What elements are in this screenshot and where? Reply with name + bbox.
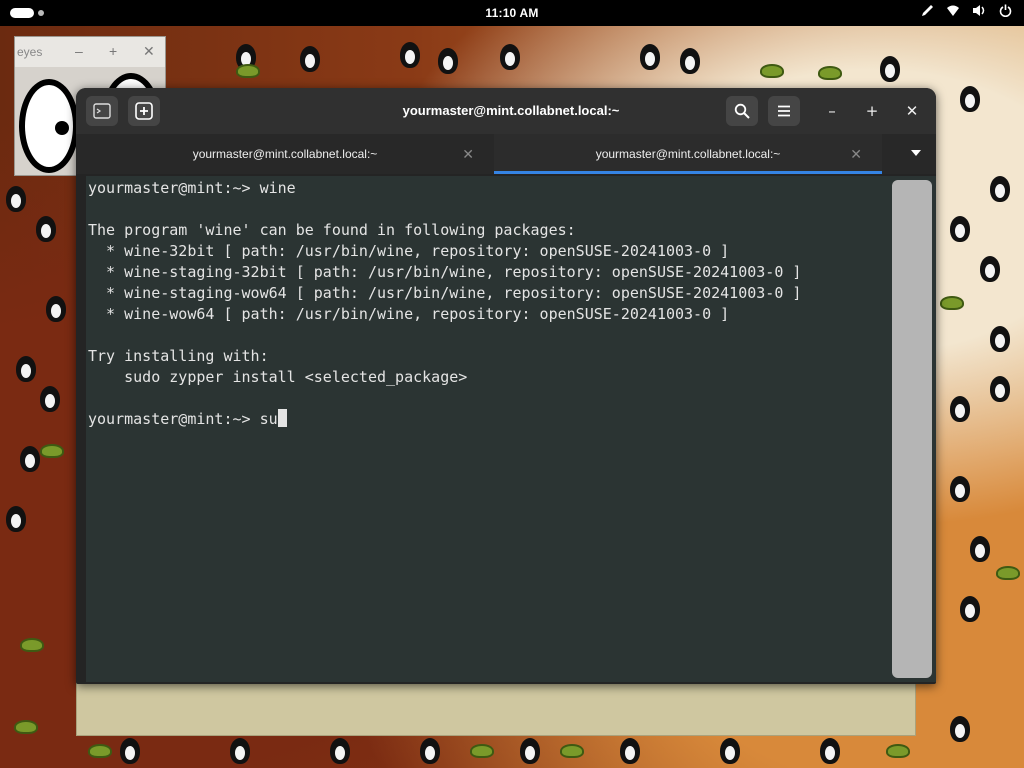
terminal-line: * wine-wow64 [ path: /usr/bin/wine, repo…	[88, 305, 730, 323]
tab-close-icon[interactable]: ✕	[462, 146, 474, 163]
turtle-sprite	[40, 444, 64, 458]
turtle-sprite	[470, 744, 494, 758]
new-tab-button[interactable]	[128, 96, 160, 126]
scrollbar-thumb[interactable]	[892, 180, 932, 678]
tab-label: yourmaster@mint.collabnet.local:~	[192, 147, 378, 161]
terminal-icon[interactable]	[86, 96, 118, 126]
chevron-down-icon[interactable]	[910, 146, 922, 160]
penguin-sprite	[950, 396, 970, 422]
penguin-sprite	[400, 42, 420, 68]
penguin-sprite	[950, 716, 970, 742]
penguin-sprite	[960, 86, 980, 112]
tab-1[interactable]: yourmaster@mint.collabnet.local:~ ✕	[76, 134, 494, 174]
penguin-sprite	[950, 476, 970, 502]
penguin-sprite	[640, 44, 660, 70]
tab-bar: yourmaster@mint.collabnet.local:~ ✕ your…	[76, 134, 936, 174]
turtle-sprite	[940, 296, 964, 310]
terminal-prompt-line[interactable]: yourmaster@mint:~> su	[88, 409, 801, 430]
maximize-icon[interactable]: +	[856, 96, 888, 126]
turtle-sprite	[818, 66, 842, 80]
turtle-sprite	[560, 744, 584, 758]
penguin-sprite	[20, 446, 40, 472]
system-tray[interactable]	[920, 4, 1012, 20]
penguin-sprite	[120, 738, 140, 764]
terminal-line: yourmaster@mint:~> wine	[88, 179, 296, 197]
tab-label: yourmaster@mint.collabnet.local:~	[595, 147, 781, 161]
tab-close-icon[interactable]: ✕	[850, 146, 862, 163]
penguin-sprite	[960, 596, 980, 622]
penguin-sprite	[820, 738, 840, 764]
minimize-icon[interactable]: –	[816, 96, 848, 126]
network-icon[interactable]	[946, 4, 960, 20]
penguin-sprite	[720, 738, 740, 764]
background-window	[76, 680, 916, 736]
terminal-text: yourmaster@mint:~> wine The program 'win…	[88, 178, 801, 430]
penguin-sprite	[980, 256, 1000, 282]
penguin-sprite	[620, 738, 640, 764]
penguin-sprite	[6, 506, 26, 532]
text-cursor	[277, 409, 287, 427]
close-icon[interactable]: ✕	[896, 96, 928, 126]
turtle-sprite	[88, 744, 112, 758]
terminal-line: sudo zypper install <selected_package>	[88, 368, 468, 386]
terminal-line: * wine-32bit [ path: /usr/bin/wine, repo…	[88, 242, 730, 260]
terminal-line: Try installing with:	[88, 347, 269, 365]
top-bar: 11:10 AM	[0, 0, 1024, 26]
penguin-sprite	[330, 738, 350, 764]
penguin-sprite	[420, 738, 440, 764]
terminal-line: * wine-staging-wow64 [ path: /usr/bin/wi…	[88, 284, 802, 302]
penguin-sprite	[880, 56, 900, 82]
tab-2[interactable]: yourmaster@mint.collabnet.local:~ ✕	[494, 134, 882, 174]
penguin-sprite	[16, 356, 36, 382]
penguin-sprite	[970, 536, 990, 562]
penguin-sprite	[46, 296, 66, 322]
power-icon[interactable]	[998, 4, 1012, 20]
penguin-sprite	[40, 386, 60, 412]
penguin-sprite	[300, 46, 320, 72]
penguin-sprite	[990, 326, 1010, 352]
penguin-sprite	[500, 44, 520, 70]
turtle-sprite	[20, 638, 44, 652]
window-title: yourmaster@mint.collabnet.local:~	[402, 103, 620, 118]
minimize-icon[interactable]: –	[75, 43, 83, 59]
close-icon[interactable]: ✕	[143, 43, 155, 60]
turtle-sprite	[236, 64, 260, 78]
penguin-sprite	[230, 738, 250, 764]
penguin-sprite	[950, 216, 970, 242]
turtle-sprite	[996, 566, 1020, 580]
terminal-window[interactable]: yourmaster@mint.collabnet.local:~ – + ✕ …	[76, 88, 936, 684]
turtle-sprite	[760, 64, 784, 78]
xeyes-titlebar[interactable]: eyes – + ✕	[15, 37, 165, 67]
left-eye	[19, 79, 79, 173]
penguin-sprite	[520, 738, 540, 764]
scrollbar[interactable]	[892, 176, 936, 682]
volume-icon[interactable]	[972, 4, 986, 20]
xeyes-title: eyes	[17, 45, 43, 59]
penguin-sprite	[36, 216, 56, 242]
penguin-sprite	[990, 376, 1010, 402]
terminal-output[interactable]: yourmaster@mint:~> wine The program 'win…	[86, 176, 892, 682]
turtle-sprite	[886, 744, 910, 758]
prompt: yourmaster@mint:~>	[88, 410, 260, 428]
penguin-sprite	[438, 48, 458, 74]
pupil	[55, 121, 69, 135]
pen-icon[interactable]	[920, 4, 934, 20]
turtle-sprite	[14, 720, 38, 734]
clock[interactable]: 11:10 AM	[0, 6, 1024, 20]
search-icon[interactable]	[726, 96, 758, 126]
terminal-headerbar[interactable]: yourmaster@mint.collabnet.local:~ – + ✕	[76, 88, 936, 134]
penguin-sprite	[680, 48, 700, 74]
penguin-sprite	[990, 176, 1010, 202]
terminal-line: * wine-staging-32bit [ path: /usr/bin/wi…	[88, 263, 802, 281]
command-input[interactable]: su	[260, 410, 278, 428]
hamburger-menu-icon[interactable]	[768, 96, 800, 126]
terminal-line: The program 'wine' can be found in follo…	[88, 221, 576, 239]
maximize-icon[interactable]: +	[109, 43, 117, 59]
penguin-sprite	[6, 186, 26, 212]
